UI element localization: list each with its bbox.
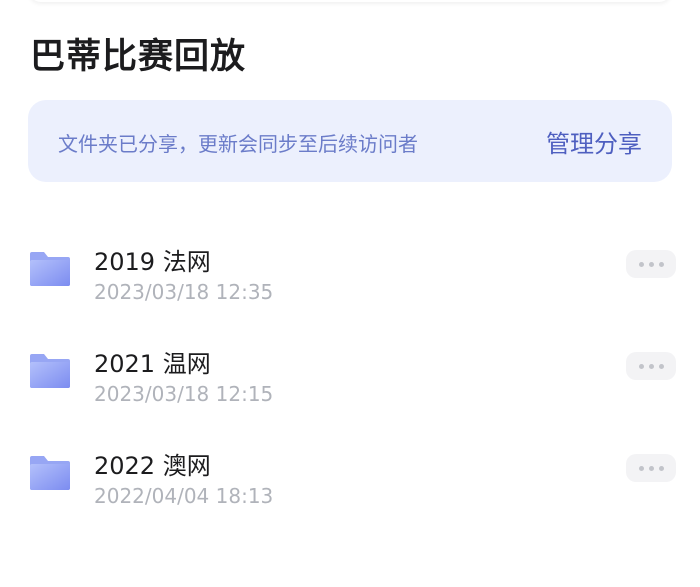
folder-name: 2021 温网 xyxy=(94,350,211,378)
folder-list-item[interactable]: 2021 温网 2023/03/18 12:15 xyxy=(0,344,700,424)
more-options-button[interactable] xyxy=(626,454,676,482)
folder-name: 2019 法网 xyxy=(94,248,211,276)
share-notice-banner: 文件夹已分享，更新会同步至后续访问者 管理分享 xyxy=(28,100,672,182)
folder-list-item[interactable]: 2022 澳网 2022/04/04 18:13 xyxy=(0,446,700,526)
more-options-button[interactable] xyxy=(626,250,676,278)
folder-icon xyxy=(30,354,70,388)
more-options-button[interactable] xyxy=(626,352,676,380)
more-options-icon xyxy=(638,261,644,267)
folder-name: 2022 澳网 xyxy=(94,452,211,480)
more-options-icon xyxy=(638,465,644,471)
share-notice-text: 文件夹已分享，更新会同步至后续访问者 xyxy=(58,132,418,156)
top-card-edge xyxy=(28,0,672,2)
manage-share-button[interactable]: 管理分享 xyxy=(546,124,642,159)
folder-icon xyxy=(30,252,70,286)
folder-date: 2023/03/18 12:35 xyxy=(94,280,274,304)
folder-date: 2023/03/18 12:15 xyxy=(94,382,274,406)
folder-date: 2022/04/04 18:13 xyxy=(94,484,274,508)
page-title: 巴蒂比赛回放 xyxy=(30,37,247,77)
more-options-icon xyxy=(638,363,644,369)
page: 巴蒂比赛回放 文件夹已分享，更新会同步至后续访问者 管理分享 2019 法网 2… xyxy=(0,0,700,587)
folder-icon xyxy=(30,456,70,490)
folder-list-item[interactable]: 2019 法网 2023/03/18 12:35 xyxy=(0,242,700,322)
